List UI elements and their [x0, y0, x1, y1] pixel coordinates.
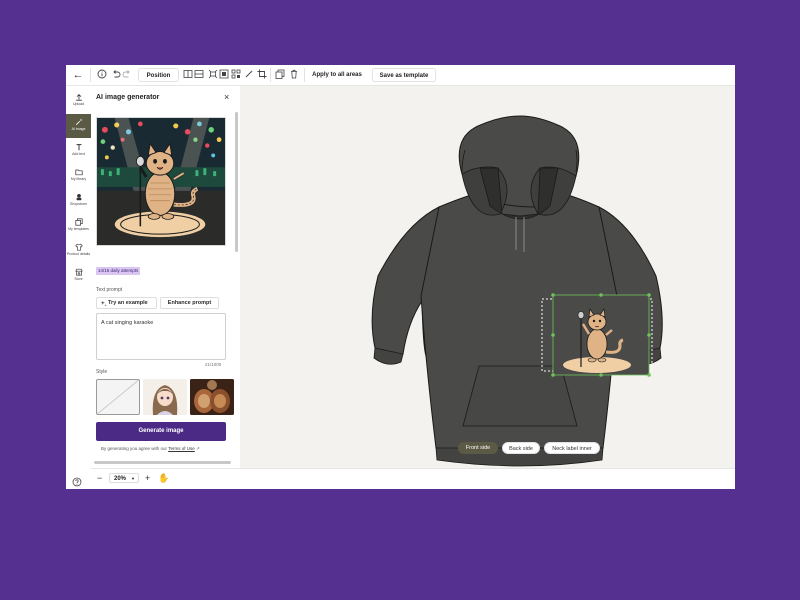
app-window: ← Position Apply to all areas Save as te…	[66, 65, 735, 489]
bottom-bar: − 20% ▼ + ✋	[91, 468, 735, 489]
sidebar-item-label: Shopstorm	[70, 202, 87, 206]
fit-area-icon[interactable]	[208, 69, 218, 79]
ai-image-panel: AI image generator × 14/15 daily attempt…	[91, 86, 239, 468]
align-vertical-icon[interactable]	[183, 69, 193, 79]
terms-text: By generating you agree with our Terms o…	[101, 446, 200, 452]
divider	[270, 68, 271, 82]
shopstorm-icon	[75, 193, 83, 201]
sidebar-item-label: Upload	[72, 102, 85, 106]
panel-scrollbar[interactable]	[235, 112, 238, 252]
sidebar-item-label: Add text	[72, 152, 85, 156]
text-icon	[75, 143, 83, 151]
upload-icon	[75, 93, 83, 101]
design-canvas[interactable]: Front side Back side Neck label inner	[240, 86, 735, 468]
external-link-icon: ↗	[196, 446, 200, 451]
tab-neck-label-inner[interactable]: Neck label inner	[544, 442, 600, 454]
zoom-in-icon[interactable]: +	[145, 473, 150, 483]
style-option-anime[interactable]	[143, 379, 187, 415]
style-option-none[interactable]	[96, 379, 140, 415]
sidebar-item-my-templates[interactable]: My templates	[66, 214, 91, 238]
terms-of-use-link[interactable]: Terms of Use	[168, 446, 195, 451]
product-details-icon	[74, 243, 83, 251]
panel-horizontal-scrollbar[interactable]	[94, 461, 231, 464]
hoodie-mockup	[371, 115, 663, 467]
sidebar-item-store[interactable]: Store	[66, 264, 91, 288]
save-as-template-button[interactable]: Save as template	[372, 68, 436, 82]
magic-wand-icon[interactable]	[244, 69, 254, 79]
prompt-textarea[interactable]: A cat singing karaoke	[96, 313, 226, 360]
sidebar-item-label: My library	[70, 177, 87, 181]
left-rail: Upload AI image Add text My library Shop…	[66, 86, 92, 489]
apply-to-all-areas-button[interactable]: Apply to all areas	[306, 68, 368, 82]
attempts-badge: 14/15 daily attempts	[96, 267, 141, 275]
sidebar-item-label: Product details	[66, 252, 91, 256]
templates-icon	[74, 218, 83, 226]
terms-prefix: By generating you agree with our	[101, 446, 168, 451]
top-toolbar: ← Position Apply to all areas Save as te…	[66, 65, 735, 86]
close-icon[interactable]: ×	[224, 93, 229, 102]
panel-title: AI image generator	[96, 94, 160, 101]
folder-icon	[74, 168, 83, 176]
generate-image-button[interactable]: Generate image	[96, 422, 226, 441]
sparkle-icon	[100, 298, 108, 311]
sidebar-item-add-text[interactable]: Add text	[66, 139, 91, 163]
style-selector	[96, 379, 237, 417]
back-arrow-icon[interactable]: ←	[72, 69, 84, 81]
crop-icon[interactable]	[257, 69, 267, 79]
try-example-button[interactable]: Try an example	[96, 297, 157, 309]
try-example-label: Try an example	[108, 300, 148, 306]
align-horizontal-icon[interactable]	[194, 69, 204, 79]
sidebar-item-my-library[interactable]: My library	[66, 164, 91, 188]
enhance-prompt-button[interactable]: Enhance prompt	[160, 297, 219, 309]
hand-tool-icon[interactable]: ✋	[158, 473, 169, 483]
sidebar-item-label: Store	[74, 277, 83, 281]
sidebar-item-upload[interactable]: Upload	[66, 89, 91, 113]
qr-icon[interactable]	[231, 69, 241, 79]
zoom-value: 20%	[114, 476, 127, 482]
sidebar-item-shopstorm[interactable]: Shopstorm	[66, 189, 91, 213]
position-button[interactable]: Position	[138, 68, 179, 82]
sidebar-item-ai-image[interactable]: AI image	[66, 114, 91, 138]
chevron-down-icon: ▼	[131, 476, 135, 481]
tab-back-side[interactable]: Back side	[502, 442, 540, 454]
ai-image-icon	[75, 118, 83, 126]
style-option-photo[interactable]	[190, 379, 234, 415]
text-prompt-label: Text prompt	[96, 287, 123, 293]
undo-icon[interactable]	[111, 69, 121, 79]
sidebar-item-label: My templates	[68, 227, 89, 231]
info-icon[interactable]	[97, 69, 107, 79]
char-counter: 21/1000	[205, 362, 222, 367]
divider	[304, 68, 305, 82]
zoom-select[interactable]: 20% ▼	[109, 473, 139, 483]
store-icon	[74, 268, 83, 276]
redo-icon[interactable]	[122, 69, 132, 79]
fill-area-icon[interactable]	[219, 69, 229, 79]
style-label: Style	[96, 369, 108, 375]
generated-image-preview[interactable]	[96, 117, 226, 246]
divider	[90, 68, 91, 82]
zoom-out-icon[interactable]: −	[97, 473, 102, 483]
trash-icon[interactable]	[289, 69, 299, 79]
duplicate-icon[interactable]	[275, 69, 285, 79]
help-icon[interactable]	[72, 474, 82, 487]
sidebar-item-label: AI image	[71, 127, 86, 131]
sidebar-item-product-details[interactable]: Product details	[66, 239, 91, 263]
tab-front-side[interactable]: Front side	[458, 442, 498, 454]
